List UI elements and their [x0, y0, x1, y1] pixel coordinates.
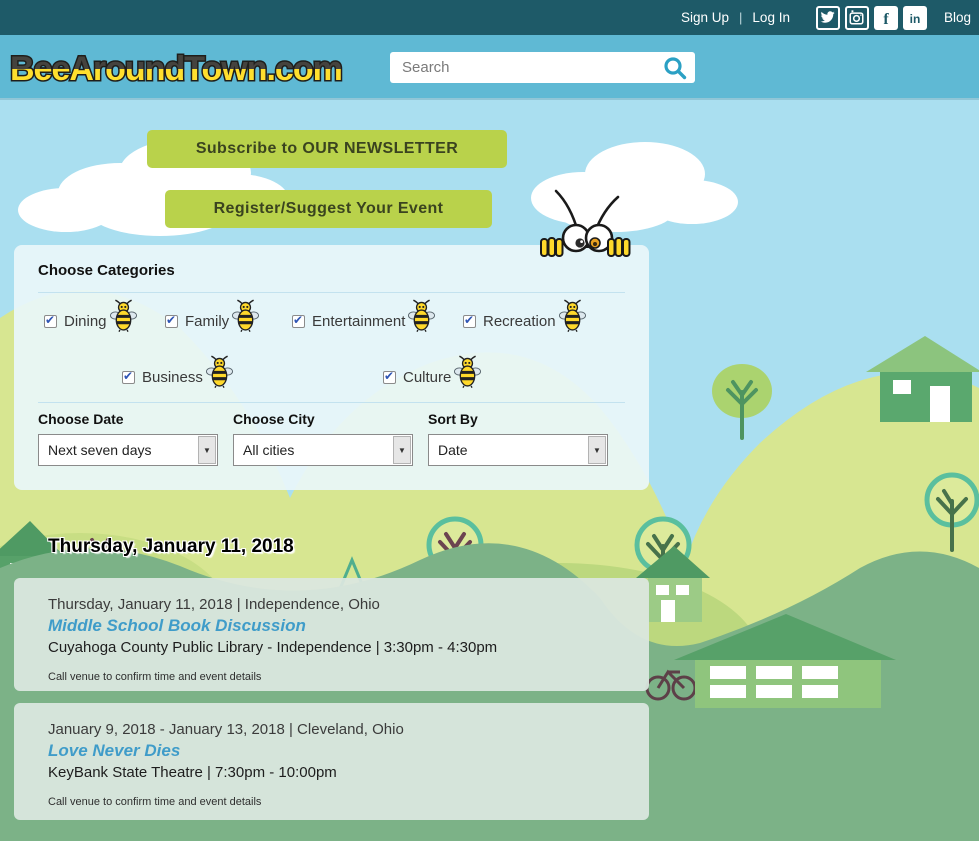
bee-right-fist [608, 238, 630, 256]
page: Sign Up | Log In f in Blog [0, 0, 979, 841]
date-select[interactable]: Next seven days ▼ [38, 434, 218, 466]
bee-mascot-icon [535, 182, 660, 258]
topbar: Sign Up | Log In f in Blog [0, 0, 979, 35]
category-family[interactable]: Family [165, 305, 259, 338]
svg-text:f: f [883, 11, 889, 28]
register-event-button[interactable]: Register/Suggest Your Event [165, 190, 492, 228]
event-when-where: January 9, 2018 - January 13, 2018 | Cle… [48, 719, 629, 740]
linkedin-icon[interactable]: in [903, 6, 927, 30]
choose-date-label: Choose Date [38, 411, 124, 427]
event-card: January 9, 2018 - January 13, 2018 | Cle… [14, 703, 649, 820]
search-icon[interactable] [663, 56, 687, 80]
family-bee-icon [232, 299, 259, 332]
sort-by-label: Sort By [428, 411, 478, 427]
instagram-icon[interactable] [845, 6, 869, 30]
city-select[interactable]: All cities ▼ [233, 434, 413, 466]
event-venue-time: KeyBank State Theatre | 7:30pm - 10:00pm [48, 762, 629, 783]
date-select-value: Next seven days [39, 442, 198, 458]
culture-bee-icon [454, 355, 481, 388]
category-business[interactable]: Business [122, 361, 233, 394]
family-checkbox[interactable] [165, 315, 178, 328]
family-label: Family [185, 313, 229, 330]
svg-text:in: in [910, 12, 921, 26]
subscribe-newsletter-button[interactable]: Subscribe to OUR NEWSLETTER [147, 130, 507, 168]
entertainment-bee-icon [408, 299, 435, 332]
log-in-link[interactable]: Log In [752, 10, 790, 25]
business-label: Business [142, 369, 203, 386]
event-title-link[interactable]: Middle School Book Discussion [48, 615, 306, 637]
search-input[interactable] [402, 59, 663, 76]
dining-label: Dining [64, 313, 107, 330]
chevron-down-icon[interactable]: ▼ [588, 436, 606, 464]
event-venue-time: Cuyahoga County Public Library - Indepen… [48, 637, 629, 658]
event-note: Call venue to confirm time and event det… [48, 796, 629, 808]
choose-city-label: Choose City [233, 411, 315, 427]
event-card: Thursday, January 11, 2018 | Independenc… [14, 578, 649, 691]
recreation-bee-icon [559, 299, 586, 332]
event-note: Call venue to confirm time and event det… [48, 671, 629, 683]
sort-select[interactable]: Date ▼ [428, 434, 608, 466]
business-checkbox[interactable] [122, 371, 135, 384]
facebook-icon[interactable]: f [874, 6, 898, 30]
search-box [390, 52, 695, 83]
date-heading: Thursday, January 11, 2018 [48, 536, 294, 558]
culture-label: Culture [403, 369, 451, 386]
city-select-value: All cities [234, 442, 393, 458]
business-bee-icon [206, 355, 233, 388]
entertainment-checkbox[interactable] [292, 315, 305, 328]
topbar-separator: | [739, 10, 742, 25]
recreation-checkbox[interactable] [463, 315, 476, 328]
recreation-label: Recreation [483, 313, 556, 330]
sign-up-link[interactable]: Sign Up [681, 10, 729, 25]
site-header: BeeAroundTown.com [0, 35, 979, 98]
divider [38, 402, 625, 403]
categories-title: Choose Categories [38, 262, 175, 279]
sort-select-value: Date [429, 442, 588, 458]
culture-checkbox[interactable] [383, 371, 396, 384]
category-recreation[interactable]: Recreation [463, 305, 586, 338]
twitter-icon[interactable] [816, 6, 840, 30]
event-title-link[interactable]: Love Never Dies [48, 740, 180, 762]
site-logo[interactable]: BeeAroundTown.com [8, 43, 353, 91]
bee-left-fist [541, 238, 563, 256]
blog-link[interactable]: Blog [944, 10, 971, 25]
category-entertainment[interactable]: Entertainment [292, 305, 435, 338]
dining-checkbox[interactable] [44, 315, 57, 328]
category-culture[interactable]: Culture [383, 361, 481, 394]
entertainment-label: Entertainment [312, 313, 405, 330]
filter-panel: Choose Categories Dining Family Entertai… [14, 245, 649, 490]
svg-text:BeeAroundTown.com: BeeAroundTown.com [10, 50, 342, 88]
divider [38, 292, 625, 293]
dining-bee-icon [110, 299, 137, 332]
event-when-where: Thursday, January 11, 2018 | Independenc… [48, 594, 629, 615]
chevron-down-icon[interactable]: ▼ [393, 436, 411, 464]
chevron-down-icon[interactable]: ▼ [198, 436, 216, 464]
category-dining[interactable]: Dining [44, 305, 137, 338]
